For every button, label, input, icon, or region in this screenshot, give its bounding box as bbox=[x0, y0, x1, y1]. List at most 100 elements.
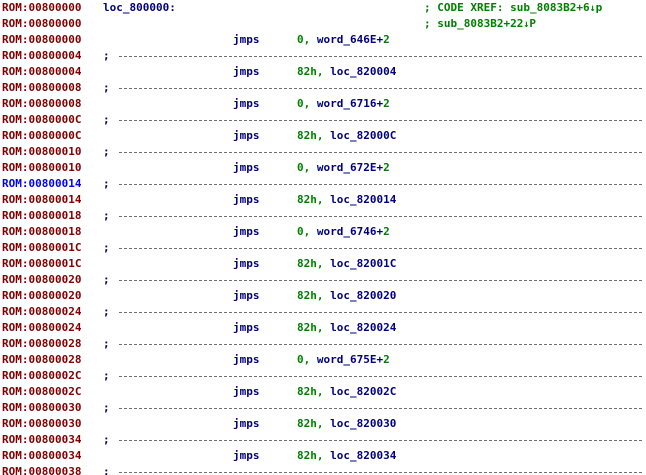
instruction-operands[interactable]: 0, word_646E+2 bbox=[297, 32, 390, 48]
line-address: ROM:00800028 bbox=[2, 337, 82, 350]
instruction-line[interactable]: ROM:00800008 jmps 0, word_6716+2 bbox=[0, 96, 646, 112]
instruction-line[interactable]: ROM:00800020 jmps 82h, loc_820020 bbox=[0, 288, 646, 304]
operand-segment: 82h, bbox=[297, 129, 331, 142]
comment-semicolon: ; bbox=[103, 113, 110, 126]
instruction-operands[interactable]: 82h, loc_820014 bbox=[297, 192, 396, 208]
code-xref[interactable]: ; CODE XREF: sub_8083B2+6↓p bbox=[424, 0, 602, 17]
separator-dashes bbox=[119, 56, 642, 57]
operand-target[interactable]: word_6716+ bbox=[317, 97, 383, 110]
separator-line[interactable]: ROM:00800030; bbox=[0, 400, 646, 416]
instruction-line[interactable]: ROM:0080000C jmps 82h, loc_82000C bbox=[0, 128, 646, 144]
separator-line[interactable]: ROM:0080000C; bbox=[0, 112, 646, 128]
code-xref[interactable]: ; sub_8083B2+22↓P bbox=[424, 16, 536, 33]
instruction-line[interactable]: ROM:0080002C jmps 82h, loc_82002C bbox=[0, 384, 646, 400]
operand-target[interactable]: word_646E+ bbox=[317, 33, 383, 46]
instruction-line[interactable]: ROM:0080001C jmps 82h, loc_82001C bbox=[0, 256, 646, 272]
separator-line[interactable]: ROM:00800004; bbox=[0, 48, 646, 64]
operand-target[interactable]: word_672E+ bbox=[317, 161, 383, 174]
instruction-operands[interactable]: 82h, loc_82002C bbox=[297, 384, 396, 400]
operand-target[interactable]: word_675E+ bbox=[317, 353, 383, 366]
operand-offset: 2 bbox=[383, 353, 390, 366]
instruction-mnemonic[interactable]: jmps bbox=[233, 160, 260, 176]
separator-line[interactable]: ROM:00800014; bbox=[0, 176, 646, 192]
instruction-line[interactable]: ROM:00800028 jmps 0, word_675E+2 bbox=[0, 352, 646, 368]
separator-line[interactable]: ROM:00800018; bbox=[0, 208, 646, 224]
operand-target[interactable]: loc_82001C bbox=[330, 257, 396, 270]
instruction-mnemonic[interactable]: jmps bbox=[233, 64, 260, 80]
operand-target[interactable]: loc_820004 bbox=[330, 65, 396, 78]
instruction-line[interactable]: ROM:00800034 jmps 82h, loc_820034 bbox=[0, 448, 646, 464]
separator-line[interactable]: ROM:0080001C; bbox=[0, 240, 646, 256]
instruction-mnemonic[interactable]: jmps bbox=[233, 256, 260, 272]
instruction-mnemonic[interactable]: jmps bbox=[233, 352, 260, 368]
operand-target[interactable]: loc_82002C bbox=[330, 385, 396, 398]
listing-line[interactable]: ROM:00800000 ; sub_8083B2+22↓P bbox=[0, 16, 646, 32]
separator-dashes bbox=[119, 184, 642, 185]
line-address: ROM:00800034 bbox=[2, 449, 82, 462]
instruction-operands[interactable]: 0, word_675E+2 bbox=[297, 352, 390, 368]
instruction-mnemonic[interactable]: jmps bbox=[233, 128, 260, 144]
operand-segment: 82h, bbox=[297, 193, 331, 206]
separator-dashes bbox=[119, 472, 642, 473]
line-address: ROM:00800028 bbox=[2, 353, 82, 366]
operand-target[interactable]: loc_82000C bbox=[330, 129, 396, 142]
instruction-mnemonic[interactable]: jmps bbox=[233, 288, 260, 304]
separator-dashes bbox=[119, 88, 642, 89]
separator-line[interactable]: ROM:00800010; bbox=[0, 144, 646, 160]
separator-line[interactable]: ROM:00800020; bbox=[0, 272, 646, 288]
instruction-line[interactable]: ROM:00800000 jmps 0, word_646E+2 bbox=[0, 32, 646, 48]
instruction-operands[interactable]: 82h, loc_82000C bbox=[297, 128, 396, 144]
operand-segment: 82h, bbox=[297, 449, 331, 462]
separator-dashes bbox=[119, 376, 642, 377]
instruction-operands[interactable]: 0, word_6716+2 bbox=[297, 96, 390, 112]
separator-line[interactable]: ROM:00800038; bbox=[0, 464, 646, 475]
instruction-line[interactable]: ROM:00800010 jmps 0, word_672E+2 bbox=[0, 160, 646, 176]
disassembly-listing[interactable]: ROM:00800000 loc_800000: ; CODE XREF: su… bbox=[0, 0, 646, 475]
instruction-mnemonic[interactable]: jmps bbox=[233, 320, 260, 336]
operand-offset: 2 bbox=[383, 225, 390, 238]
operand-segment: 0, bbox=[297, 225, 317, 238]
instruction-operands[interactable]: 82h, loc_820020 bbox=[297, 288, 396, 304]
instruction-mnemonic[interactable]: jmps bbox=[233, 96, 260, 112]
instruction-mnemonic[interactable]: jmps bbox=[233, 224, 260, 240]
operand-target[interactable]: loc_820020 bbox=[330, 289, 396, 302]
separator-line[interactable]: ROM:00800024; bbox=[0, 304, 646, 320]
instruction-operands[interactable]: 82h, loc_820004 bbox=[297, 64, 396, 80]
separator-line[interactable]: ROM:00800028; bbox=[0, 336, 646, 352]
operand-target[interactable]: loc_820024 bbox=[330, 321, 396, 334]
instruction-mnemonic[interactable]: jmps bbox=[233, 384, 260, 400]
instruction-line[interactable]: ROM:00800030 jmps 82h, loc_820030 bbox=[0, 416, 646, 432]
instruction-mnemonic[interactable]: jmps bbox=[233, 32, 260, 48]
code-label[interactable]: loc_800000: bbox=[103, 0, 176, 16]
separator-dashes bbox=[119, 120, 642, 121]
listing-line[interactable]: ROM:00800000 loc_800000: ; CODE XREF: su… bbox=[0, 0, 646, 16]
instruction-mnemonic[interactable]: jmps bbox=[233, 192, 260, 208]
operand-offset: 2 bbox=[383, 33, 390, 46]
instruction-mnemonic[interactable]: jmps bbox=[233, 416, 260, 432]
comment-semicolon: ; bbox=[103, 145, 110, 158]
operand-target[interactable]: loc_820014 bbox=[330, 193, 396, 206]
operand-target[interactable]: loc_820034 bbox=[330, 449, 396, 462]
line-address: ROM:00800030 bbox=[2, 417, 82, 430]
instruction-line[interactable]: ROM:00800014 jmps 82h, loc_820014 bbox=[0, 192, 646, 208]
instruction-line[interactable]: ROM:00800004 jmps 82h, loc_820004 bbox=[0, 64, 646, 80]
operand-segment: 0, bbox=[297, 161, 317, 174]
comment-semicolon: ; bbox=[103, 369, 110, 382]
instruction-operands[interactable]: 0, word_6746+2 bbox=[297, 224, 390, 240]
operand-segment: 82h, bbox=[297, 289, 331, 302]
separator-line[interactable]: ROM:00800034; bbox=[0, 432, 646, 448]
instruction-operands[interactable]: 82h, loc_820034 bbox=[297, 448, 396, 464]
instruction-operands[interactable]: 0, word_672E+2 bbox=[297, 160, 390, 176]
instruction-mnemonic[interactable]: jmps bbox=[233, 448, 260, 464]
instruction-operands[interactable]: 82h, loc_82001C bbox=[297, 256, 396, 272]
operand-segment: 0, bbox=[297, 97, 317, 110]
instruction-line[interactable]: ROM:00800024 jmps 82h, loc_820024 bbox=[0, 320, 646, 336]
operand-target[interactable]: word_6746+ bbox=[317, 225, 383, 238]
operand-segment: 82h, bbox=[297, 65, 331, 78]
separator-line[interactable]: ROM:00800008; bbox=[0, 80, 646, 96]
separator-line[interactable]: ROM:0080002C; bbox=[0, 368, 646, 384]
instruction-operands[interactable]: 82h, loc_820024 bbox=[297, 320, 396, 336]
instruction-operands[interactable]: 82h, loc_820030 bbox=[297, 416, 396, 432]
instruction-line[interactable]: ROM:00800018 jmps 0, word_6746+2 bbox=[0, 224, 646, 240]
operand-target[interactable]: loc_820030 bbox=[330, 417, 396, 430]
